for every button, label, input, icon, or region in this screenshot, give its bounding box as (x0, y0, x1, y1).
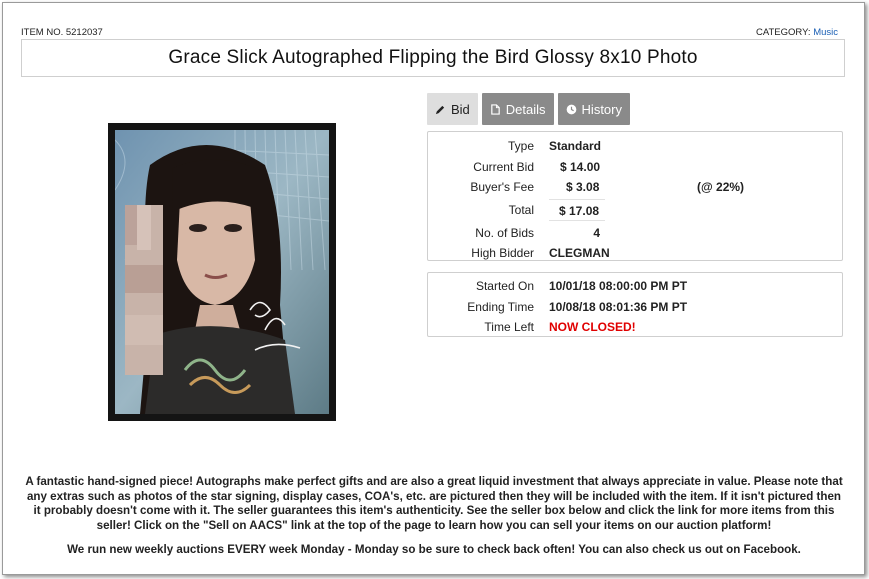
buyers-fee-row: Buyer's Fee $ 3.08 (@ 22%) (428, 177, 842, 198)
bid-info-panel: Type Standard Current Bid $ 14.00 Buyer'… (427, 131, 843, 261)
auction-page: ITEM NO. 5212037 CATEGORY: Music Grace S… (2, 2, 865, 575)
total-value: $ 17.08 (549, 198, 605, 221)
type-value: Standard (549, 139, 602, 153)
num-bids-row: No. of Bids 4 (428, 223, 842, 244)
weekly-auctions-note: We run new weekly auctions EVERY week Mo… (67, 543, 801, 556)
num-bids-value: 4 (593, 225, 600, 240)
type-label: Type (507, 139, 534, 153)
photo-image (115, 130, 329, 414)
item-photo[interactable] (108, 123, 336, 421)
buyers-fee-label: Buyer's Fee (470, 180, 534, 194)
tab-history[interactable]: History (557, 93, 630, 125)
time-left-value: NOW CLOSED! (549, 320, 636, 334)
item-title: Grace Slick Autographed Flipping the Bir… (21, 39, 845, 77)
category-link[interactable]: Music (813, 27, 838, 38)
item-number: ITEM NO. 5212037 (21, 27, 103, 38)
high-bidder-label: High Bidder (471, 246, 534, 260)
clock-icon (566, 104, 576, 114)
type-row: Type Standard (428, 136, 842, 157)
ending-label: Ending Time (467, 299, 534, 314)
document-icon (491, 103, 500, 115)
high-bidder-value: CLEGMAN (549, 246, 610, 260)
started-label: Started On (475, 279, 534, 293)
tab-bid[interactable]: Bid (427, 93, 478, 125)
tab-details-label: Details (505, 101, 546, 117)
high-bidder-row: High Bidder CLEGMAN (428, 243, 842, 264)
started-value: 10/01/18 08:00:00 PM PT (549, 279, 688, 293)
item-tabs: Bid Details History (427, 93, 630, 125)
current-bid-label: Current Bid (473, 159, 534, 174)
item-description: A fantastic hand-signed piece! Autograph… (25, 475, 843, 532)
buyers-fee-value: $ 3.08 (566, 180, 600, 194)
tab-history-label: History (581, 101, 622, 117)
tab-details[interactable]: Details (481, 93, 554, 125)
tab-bid-label: Bid (451, 101, 470, 117)
pencil-icon (435, 105, 445, 114)
timing-panel: Started On 10/01/18 08:00:00 PM PT Endin… (427, 272, 843, 337)
total-label: Total (508, 202, 534, 217)
started-row: Started On 10/01/18 08:00:00 PM PT (428, 276, 842, 297)
num-bids-label: No. of Bids (475, 225, 534, 240)
category: CATEGORY: Music (756, 27, 838, 38)
buyers-fee-percent: (@ 22%) (697, 180, 745, 194)
current-bid-row: Current Bid $ 14.00 (428, 157, 842, 178)
current-bid-value: $ 14.00 (560, 159, 601, 174)
category-label: CATEGORY: (755, 27, 811, 38)
time-left-row: Time Left NOW CLOSED! (428, 317, 842, 338)
time-left-label: Time Left (484, 320, 534, 334)
ending-row: Ending Time 10/08/18 08:01:36 PM PT (428, 297, 842, 318)
ending-value: 10/08/18 08:01:36 PM PT (549, 299, 688, 314)
total-row: Total $ 17.08 (428, 198, 842, 223)
